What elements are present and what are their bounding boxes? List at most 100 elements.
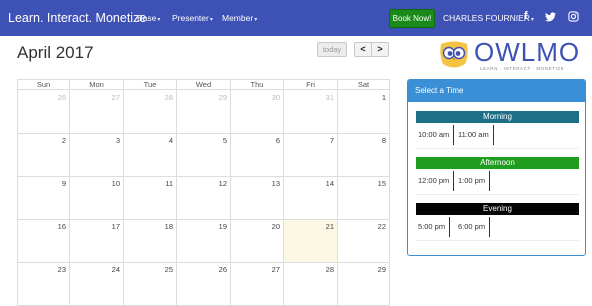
calendar-day-cell[interactable]: 18 (124, 220, 177, 263)
afternoon-slots: 12:00 pm 1:00 pm (416, 171, 579, 195)
day-number: 17 (111, 222, 120, 231)
calendar-day-cell[interactable]: 25 (124, 263, 177, 306)
day-number: 14 (325, 179, 334, 188)
twitter-icon[interactable] (545, 12, 556, 25)
time-slot[interactable]: 10:00 am (416, 125, 455, 145)
calendar-day-cell[interactable]: 13 (231, 177, 284, 220)
instagram-icon[interactable] (568, 11, 579, 25)
next-month-button[interactable]: > (371, 42, 389, 57)
calendar-day-cell-today[interactable]: 21 (284, 220, 338, 263)
day-number: 8 (381, 136, 386, 145)
calendar-day-cell[interactable]: 28 (284, 263, 338, 306)
nav-menu-member-label: Member (222, 13, 254, 23)
calendar-day-cell[interactable]: 3 (70, 134, 124, 177)
day-number: 29 (218, 93, 227, 102)
day-number: 28 (164, 93, 173, 102)
chevron-down-icon: ▾ (209, 17, 213, 23)
day-number: 6 (275, 136, 280, 145)
period-evening-header: Evening (416, 203, 579, 215)
calendar-day-cell[interactable]: 15 (338, 177, 390, 220)
calendar-day-cell[interactable]: 31 (284, 91, 338, 134)
day-number: 19 (218, 222, 227, 231)
day-number: 5 (222, 136, 227, 145)
day-number: 1 (381, 93, 386, 102)
user-menu[interactable]: CHARLES FOURNIER▾ (443, 13, 534, 23)
day-number: 3 (115, 136, 120, 145)
select-time-panel: Select a Time Morning 10:00 am 11:00 am … (407, 79, 586, 256)
calendar-day-cell[interactable]: 28 (124, 91, 177, 134)
day-number: 20 (271, 222, 280, 231)
weekday-header-fri: Fri (284, 80, 338, 91)
weekday-header-mon: Mon (70, 80, 124, 91)
calendar-day-cell[interactable]: 17 (70, 220, 124, 263)
period-morning-header: Morning (416, 111, 579, 123)
day-number: 27 (111, 93, 120, 102)
weekday-header-thu: Thu (231, 80, 284, 91)
nav-menu-presenter-label: Presenter (172, 13, 209, 23)
calendar-day-cell[interactable]: 6 (231, 134, 284, 177)
calendar-day-cell[interactable]: 30 (231, 91, 284, 134)
day-number: 25 (164, 265, 173, 274)
day-number: 9 (61, 179, 66, 188)
calendar-day-cell[interactable]: 10 (70, 177, 124, 220)
facebook-icon[interactable]: f (524, 10, 528, 22)
day-number: 31 (325, 93, 334, 102)
calendar-week-row: 16 17 18 19 20 21 22 (17, 220, 390, 263)
calendar-day-cell[interactable]: 27 (231, 263, 284, 306)
calendar-day-cell[interactable]: 22 (338, 220, 390, 263)
nav-menu-member[interactable]: Member▾ (222, 13, 257, 23)
day-number: 29 (377, 265, 386, 274)
day-number: 23 (57, 265, 66, 274)
calendar-day-cell[interactable]: 19 (177, 220, 231, 263)
weekday-header-sat: Sat (338, 80, 390, 91)
calendar-day-cell[interactable]: 23 (17, 263, 70, 306)
day-number: 15 (377, 179, 386, 188)
month-calendar: Sun Mon Tue Wed Thu Fri Sat 26 27 28 29 30 31 1 2 3 4 5 6… (17, 79, 390, 306)
calendar-day-cell[interactable]: 5 (177, 134, 231, 177)
calendar-week-row: 9 10 11 12 13 14 15 (17, 177, 390, 220)
time-slot[interactable]: 1:00 pm (456, 171, 491, 191)
day-number: 11 (165, 179, 173, 188)
time-slot[interactable]: 6:00 pm (456, 217, 491, 237)
day-number: 7 (329, 136, 334, 145)
calendar-day-cell[interactable]: 26 (177, 263, 231, 306)
calendar-day-cell[interactable]: 14 (284, 177, 338, 220)
calendar-day-cell[interactable]: 1 (338, 91, 390, 134)
time-slot[interactable]: 11:00 am (456, 125, 494, 145)
calendar-day-cell[interactable]: 8 (338, 134, 390, 177)
time-slot[interactable]: 5:00 pm (416, 217, 451, 237)
calendar-day-cell[interactable]: 4 (124, 134, 177, 177)
chevron-down-icon: ▾ (254, 17, 258, 23)
calendar-day-cell[interactable]: 24 (70, 263, 124, 306)
time-slot[interactable]: 12:00 pm (416, 171, 455, 191)
day-number: 21 (325, 222, 334, 231)
calendar-day-cell[interactable]: 27 (70, 91, 124, 134)
calendar-day-cell[interactable]: 29 (177, 91, 231, 134)
calendar-day-cell[interactable]: 9 (17, 177, 70, 220)
day-number: 10 (111, 179, 120, 188)
nav-menu-base[interactable]: Base▾ (137, 13, 160, 23)
calendar-week-row: 26 27 28 29 30 31 1 (17, 91, 390, 134)
morning-slots: 10:00 am 11:00 am (416, 125, 579, 149)
day-number: 27 (271, 265, 280, 274)
evening-slots: 5:00 pm 6:00 pm (416, 217, 579, 241)
brand-title[interactable]: Learn. Interact. Monetize (8, 11, 146, 25)
prev-month-button[interactable]: < (354, 42, 372, 57)
book-now-button[interactable]: Book Now! (389, 9, 435, 28)
period-afternoon-header: Afternoon (416, 157, 579, 169)
calendar-day-cell[interactable]: 7 (284, 134, 338, 177)
calendar-day-cell[interactable]: 16 (17, 220, 70, 263)
calendar-day-cell[interactable]: 11 (124, 177, 177, 220)
day-number: 2 (61, 136, 66, 145)
nav-menu-presenter[interactable]: Presenter▾ (172, 13, 213, 23)
day-number: 26 (218, 265, 227, 274)
calendar-day-cell[interactable]: 12 (177, 177, 231, 220)
calendar-day-cell[interactable]: 2 (17, 134, 70, 177)
calendar-day-cell[interactable]: 20 (231, 220, 284, 263)
day-number: 26 (57, 93, 66, 102)
calendar-day-cell[interactable]: 29 (338, 263, 390, 306)
weekday-header-tue: Tue (124, 80, 177, 91)
calendar-day-cell[interactable]: 26 (17, 91, 70, 134)
owlmo-logo[interactable]: OWLMO LEARN . INTERACT . MONETIZE (438, 37, 579, 76)
today-button[interactable]: today (317, 42, 347, 57)
